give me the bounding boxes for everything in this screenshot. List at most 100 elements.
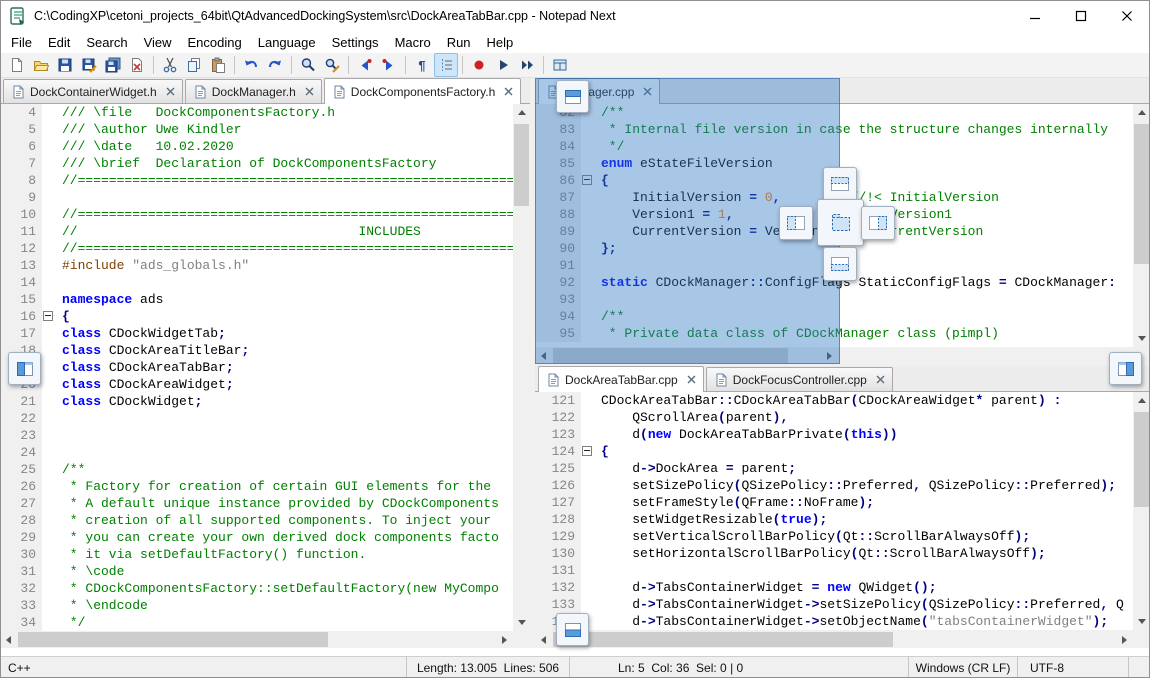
bottom-right-horizontal-scrollbar[interactable] <box>535 631 1133 648</box>
scroll-up-button[interactable] <box>1133 104 1150 121</box>
code-text: //======================================… <box>56 206 513 223</box>
new-file-button[interactable] <box>5 53 29 77</box>
line-number: 9 <box>0 189 42 206</box>
minimize-button[interactable] <box>1012 0 1058 32</box>
menu-item-settings[interactable]: Settings <box>324 33 387 52</box>
close-file-button[interactable] <box>125 53 149 77</box>
edge-indicator-top[interactable] <box>556 80 589 113</box>
menu-item-file[interactable]: File <box>3 33 40 52</box>
menu-item-run[interactable]: Run <box>439 33 479 52</box>
close-button[interactable] <box>1104 0 1150 32</box>
left-vertical-scrollbar[interactable] <box>513 104 530 631</box>
menu-item-search[interactable]: Search <box>78 33 135 52</box>
left-editor[interactable]: 4/// \file DockComponentsFactory.h5/// \… <box>0 104 513 631</box>
save-as-button[interactable] <box>77 53 101 77</box>
scroll-thumb[interactable] <box>18 632 328 647</box>
tab-dockareatabbar-cpp[interactable]: DockAreaTabBar.cpp <box>538 366 704 392</box>
fold-margin <box>581 511 595 528</box>
menu-item-edit[interactable]: Edit <box>40 33 78 52</box>
scroll-down-button[interactable] <box>1133 330 1150 347</box>
fold-margin <box>581 477 595 494</box>
scroll-thumb[interactable] <box>1134 124 1149 264</box>
scroll-left-button[interactable] <box>0 631 17 648</box>
tab-close-icon[interactable] <box>876 375 885 384</box>
drop-indicator-right[interactable] <box>861 206 895 240</box>
copy-button[interactable] <box>182 53 206 77</box>
scroll-thumb[interactable] <box>514 124 529 206</box>
open-file-button[interactable] <box>29 53 53 77</box>
tab-dockcomponentsfactory-h[interactable]: DockComponentsFactory.h <box>324 78 522 104</box>
tab-dockfocuscontroller-cpp[interactable]: DockFocusController.cpp <box>706 367 893 391</box>
top-right-vertical-scrollbar[interactable] <box>1133 104 1150 347</box>
macro-record-button[interactable] <box>467 53 491 77</box>
find-next-icon <box>381 57 397 73</box>
fold-margin <box>42 257 56 274</box>
fold-margin[interactable] <box>581 443 595 460</box>
code-line-16: 16{ <box>0 308 513 325</box>
status-segment-3: Ln: 5 Col: 36 Sel: 0 | 0 <box>570 657 909 678</box>
fold-collapse-icon[interactable] <box>43 311 53 321</box>
drop-indicator-left[interactable] <box>779 206 813 240</box>
scroll-right-button[interactable] <box>496 631 513 648</box>
window-list-button[interactable] <box>548 53 572 77</box>
save-file-button[interactable] <box>53 53 77 77</box>
code-text: * \endcode <box>56 597 148 614</box>
replace-button[interactable] <box>320 53 344 77</box>
menu-item-macro[interactable]: Macro <box>387 33 439 52</box>
edge-indicator-right[interactable] <box>1109 352 1142 385</box>
scroll-down-button[interactable] <box>513 614 530 631</box>
tab-close-icon[interactable] <box>305 87 314 96</box>
find-next-button[interactable] <box>377 53 401 77</box>
redo-button[interactable] <box>263 53 287 77</box>
menu-item-view[interactable]: View <box>136 33 180 52</box>
find-prev-button[interactable] <box>353 53 377 77</box>
macro-run-multiple-button[interactable] <box>515 53 539 77</box>
edge-indicator-left[interactable] <box>8 352 41 385</box>
show-indent-guide-button[interactable] <box>434 53 458 77</box>
edge-indicator-bottom[interactable] <box>556 613 589 646</box>
scroll-right-button[interactable] <box>1116 631 1133 648</box>
line-number: 27 <box>0 495 42 512</box>
tab-close-icon[interactable] <box>166 87 175 96</box>
drop-indicator-center[interactable] <box>817 199 864 246</box>
bottom-right-vertical-scrollbar[interactable] <box>1133 392 1150 630</box>
show-all-characters-button[interactable]: ¶ <box>410 53 434 77</box>
menu-item-help[interactable]: Help <box>479 33 522 52</box>
code-line-33: 33 * \endcode <box>0 597 513 614</box>
menu-item-encoding[interactable]: Encoding <box>180 33 250 52</box>
paste-button[interactable] <box>206 53 230 77</box>
toolbar-separator <box>291 56 292 74</box>
cut-button[interactable] <box>158 53 182 77</box>
code-line-28: 28 * creation of all supported component… <box>0 512 513 529</box>
maximize-button[interactable] <box>1058 0 1104 32</box>
macro-play-button[interactable] <box>491 53 515 77</box>
line-number: 30 <box>0 546 42 563</box>
undo-button[interactable] <box>239 53 263 77</box>
toolbar-separator <box>153 56 154 74</box>
code-text: * creation of all supported components. … <box>56 512 491 529</box>
bottom-right-editor[interactable]: 121CDockAreaTabBar::CDockAreaTabBar(CDoc… <box>535 392 1133 630</box>
fold-margin[interactable] <box>42 308 56 325</box>
save-all-button[interactable] <box>101 53 125 77</box>
drop-indicator-top[interactable] <box>823 167 857 201</box>
tab-dockmanager-h[interactable]: DockManager.h <box>185 79 322 103</box>
tab-dockcontainerwidget-h[interactable]: DockContainerWidget.h <box>3 79 183 103</box>
find-button[interactable] <box>296 53 320 77</box>
tab-close-icon[interactable] <box>504 87 513 96</box>
line-number: 24 <box>0 444 42 461</box>
line-number: 23 <box>0 427 42 444</box>
code-line-5: 5/// \author Uwe Kindler <box>0 121 513 138</box>
left-horizontal-scrollbar[interactable] <box>0 631 513 648</box>
fold-collapse-icon[interactable] <box>582 446 592 456</box>
scroll-thumb[interactable] <box>553 632 893 647</box>
scroll-thumb[interactable] <box>1134 412 1149 507</box>
tab-close-icon[interactable] <box>687 375 696 384</box>
drop-indicator-bottom[interactable] <box>823 247 857 281</box>
scroll-up-button[interactable] <box>513 104 530 121</box>
code-text: d->TabsContainerWidget->setObjectName("t… <box>595 613 1108 630</box>
menu-item-language[interactable]: Language <box>250 33 324 52</box>
scroll-down-button[interactable] <box>1133 613 1150 630</box>
scroll-up-button[interactable] <box>1133 392 1150 409</box>
line-number: 122 <box>535 409 581 426</box>
scroll-left-button[interactable] <box>535 631 552 648</box>
